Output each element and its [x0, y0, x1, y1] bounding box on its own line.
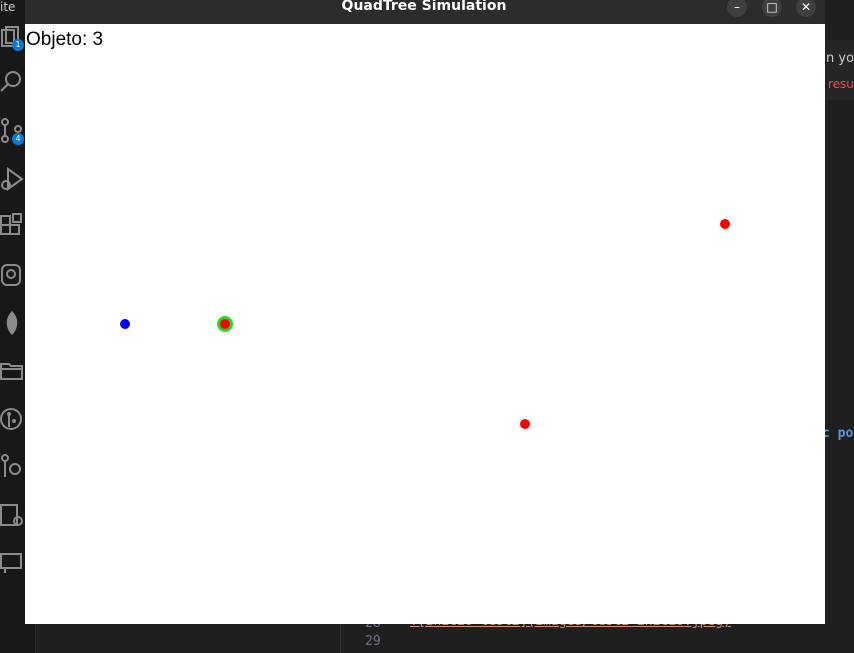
- blue-point: [120, 319, 130, 329]
- git-graph-icon[interactable]: [0, 405, 25, 433]
- selected-red-point: [220, 319, 230, 329]
- remote-chat-icon[interactable]: [0, 549, 25, 577]
- git-remote-icon[interactable]: [0, 453, 25, 481]
- folder-icon[interactable]: [0, 357, 25, 385]
- notification-panel: [825, 40, 854, 100]
- explorer-badge: 1: [12, 39, 24, 51]
- error-text: resul: [828, 77, 854, 91]
- red-point-top-right: [720, 219, 730, 229]
- activity-bar: 1 4: [0, 0, 25, 653]
- notification-text: n you: [826, 51, 854, 66]
- leaf-icon[interactable]: [0, 309, 25, 337]
- red-point-bottom: [520, 419, 530, 429]
- window-titlebar[interactable]: QuadTree Simulation – □ ✕: [25, 0, 825, 24]
- code-fragment: c po: [822, 426, 854, 441]
- settings-sync-icon[interactable]: [0, 501, 25, 529]
- elephant-icon[interactable]: [0, 261, 25, 289]
- line-number: 29: [365, 634, 381, 649]
- gutter-divider: [340, 624, 341, 653]
- simulation-canvas[interactable]: Objeto: 3: [25, 24, 825, 624]
- window-title: QuadTree Simulation: [341, 0, 507, 14]
- run-debug-icon[interactable]: [0, 165, 25, 193]
- object-counter-label: Objeto: 3: [26, 29, 104, 50]
- search-icon[interactable]: [0, 68, 25, 96]
- extensions-icon[interactable]: [0, 213, 25, 241]
- source-control-badge: 4: [12, 133, 24, 145]
